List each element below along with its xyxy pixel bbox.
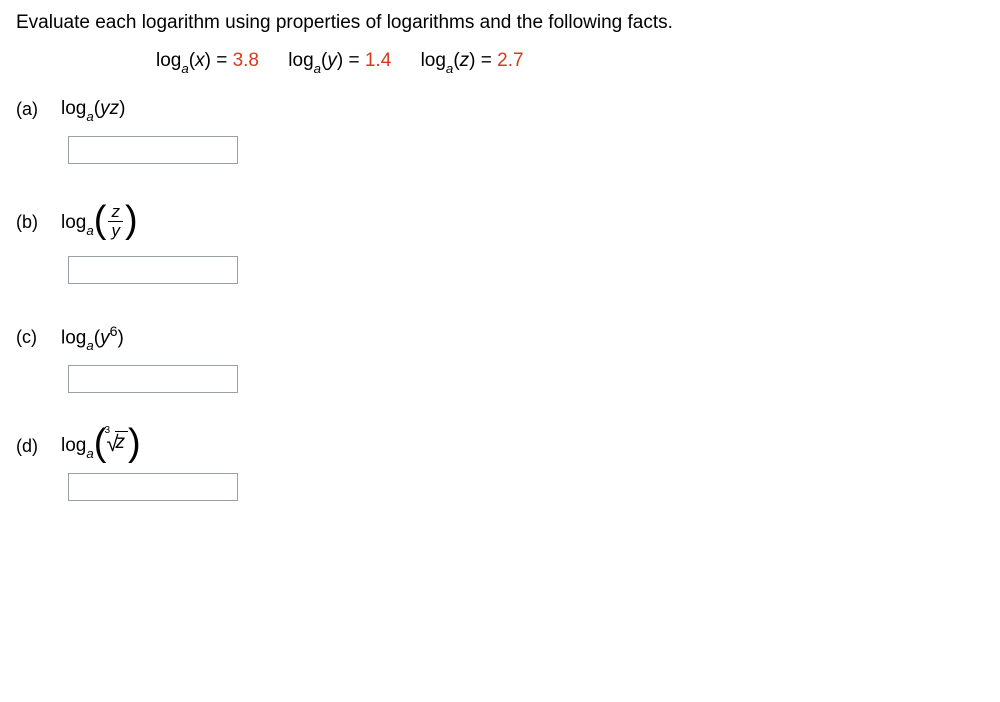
- problem-b: (b) loga(zy): [16, 204, 984, 284]
- problem-b-label: (b): [16, 212, 56, 233]
- problem-b-expression: loga(zy): [61, 204, 138, 242]
- problem-c: (c) loga(y6): [16, 324, 984, 393]
- problem-d: (d) loga(3√z): [16, 433, 984, 501]
- answer-input-c[interactable]: [68, 365, 238, 393]
- fact-logx: loga(x) = 3.8: [156, 50, 264, 71]
- problem-a-label: (a): [16, 99, 56, 120]
- problem-d-label: (d): [16, 436, 56, 457]
- given-facts: loga(x) = 3.8 loga(y) = 1.4 loga(z) = 2.…: [156, 50, 984, 74]
- answer-input-d[interactable]: [68, 473, 238, 501]
- instruction-text: Evaluate each logarithm using properties…: [16, 12, 984, 34]
- fact-logy: loga(y) = 1.4: [288, 50, 396, 71]
- problem-c-expression: loga(y6): [61, 324, 124, 351]
- problem-d-expression: loga(3√z): [61, 433, 141, 459]
- problem-a-expression: loga(yz): [61, 98, 125, 122]
- answer-input-a[interactable]: [68, 136, 238, 164]
- problem-c-label: (c): [16, 327, 56, 348]
- cube-root-icon: 3√z: [106, 431, 128, 457]
- fact-logz: loga(z) = 2.7: [421, 50, 524, 71]
- problem-a: (a) loga(yz): [16, 98, 984, 164]
- answer-input-b[interactable]: [68, 256, 238, 284]
